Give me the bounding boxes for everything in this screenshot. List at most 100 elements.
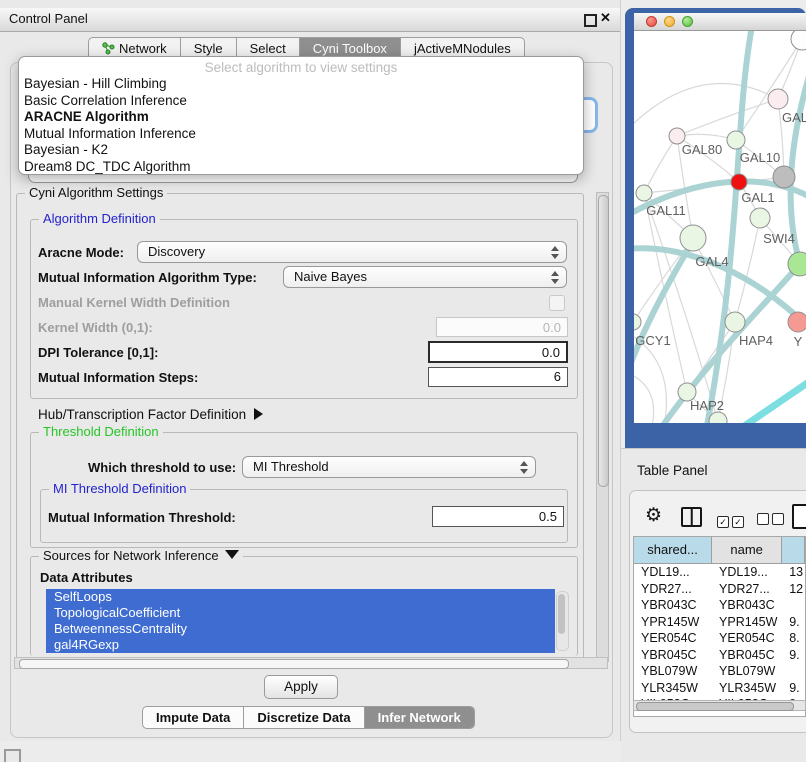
mi-threshold-field[interactable]: 0.5 (432, 506, 564, 527)
table-cell: YLR345W (712, 680, 782, 697)
column-header[interactable]: shared... (634, 537, 712, 563)
network-node[interactable] (791, 31, 806, 50)
table-panel-title: Table Panel (637, 463, 708, 478)
algorithm-popup-items: Bayesian - Hill ClimbingBasic Correlatio… (19, 76, 583, 175)
table-row[interactable]: YLR345WYLR345W9. (634, 680, 805, 697)
table-cell: 13 (782, 564, 805, 581)
table-hscroll-thumb[interactable] (636, 702, 794, 711)
table-cell: YER054C (712, 630, 782, 647)
manual-kernel-checkbox[interactable] (549, 295, 565, 311)
attributes-list-scrollbar[interactable] (556, 591, 569, 651)
settings-vscroll-thumb[interactable] (598, 195, 609, 487)
algorithm-option[interactable]: Bayesian - Hill Climbing (19, 76, 583, 93)
network-node[interactable] (768, 89, 788, 109)
attribute-item-selected[interactable]: gal4RGexp (46, 637, 555, 653)
aracne-mode-combo[interactable]: Discovery (137, 241, 567, 263)
close-traffic-light[interactable] (646, 16, 657, 27)
table-cell: 8. (782, 630, 805, 647)
gear-icon[interactable]: ⚙ (645, 504, 662, 527)
algorithm-popup-placeholder: Select algorithm to view settings (19, 60, 583, 76)
mi-type-label: Mutual Information Algorithm Type: (38, 270, 257, 286)
sources-legend[interactable]: Sources for Network Inference (39, 548, 243, 564)
table-row[interactable]: YDL19...YDL19...13 (634, 564, 805, 581)
network-node[interactable] (634, 314, 641, 330)
attribute-item-selected[interactable]: BetweennessCentrality (46, 621, 555, 637)
zoom-traffic-light[interactable] (682, 16, 693, 27)
minimize-traffic-light[interactable] (664, 16, 675, 27)
select-all-icon[interactable]: ✓✓ (717, 512, 747, 530)
network-node[interactable] (731, 174, 747, 190)
tab-impute-data[interactable]: Impute Data (143, 707, 244, 728)
dpi-tolerance-field[interactable]: 0.0 (428, 341, 568, 363)
table-row[interactable]: YER054CYER054C8. (634, 630, 805, 647)
tab-infer-network[interactable]: Infer Network (365, 707, 474, 728)
mi-steps-field[interactable]: 6 (428, 367, 568, 387)
network-edge[interactable] (737, 373, 806, 423)
mi-type-combo[interactable]: Naive Bayes (283, 266, 567, 288)
combo-stepper-icon (551, 270, 559, 285)
file-icon[interactable] (792, 504, 806, 529)
table-cell: YDL19... (712, 564, 782, 581)
algorithm-dropdown-popup: Select algorithm to view settings Bayesi… (18, 56, 584, 175)
network-node[interactable] (788, 312, 806, 332)
settings-horizontal-scrollbar[interactable] (14, 657, 608, 669)
data-attributes-label: Data Attributes (40, 570, 133, 586)
node-table[interactable]: shared...name YDL19...YDL19...13YDR27...… (633, 536, 806, 717)
column-layout-icon[interactable] (681, 507, 702, 527)
control-panel: Control Panel ✕ NetworkStyleSelectCyni T… (0, 0, 621, 741)
close-panel-icon[interactable]: ✕ (600, 10, 611, 26)
tab-discretize-data[interactable]: Discretize Data (244, 707, 364, 728)
which-threshold-combo[interactable]: MI Threshold (242, 456, 536, 478)
attributes-scroll-thumb[interactable] (558, 594, 565, 634)
table-row[interactable]: YBL079WYBL079W (634, 663, 805, 680)
table-row[interactable]: YDR27...YDR27...12 (634, 581, 805, 598)
cyni-bottom-tabbar: Impute DataDiscretize DataInfer Network (142, 706, 475, 729)
column-header[interactable]: name (712, 537, 782, 563)
node-label: GAL4 (695, 254, 728, 269)
algorithm-definition-legend: Algorithm Definition (39, 211, 160, 227)
table-row[interactable]: YBR043CYBR043C (634, 597, 805, 614)
settings-vertical-scrollbar[interactable] (596, 192, 609, 662)
network-node[interactable] (680, 225, 706, 251)
checked-box-icon: ✓ (732, 516, 744, 528)
network-edge[interactable] (677, 99, 778, 136)
threshold-definition-legend: Threshold Definition (39, 424, 163, 440)
mi-steps-label: Mutual Information Steps: (38, 370, 198, 386)
table-row[interactable]: YPR145WYPR145W9. (634, 614, 805, 631)
table-row[interactable]: YBR045CYBR045C9. (634, 647, 805, 664)
column-header[interactable] (782, 537, 805, 563)
apply-button[interactable]: Apply (264, 675, 338, 699)
kernel-width-field[interactable]: 0.0 (436, 317, 568, 337)
attribute-item-selected[interactable]: SelfLoops (46, 589, 555, 605)
deselect-all-icon[interactable] (757, 512, 787, 530)
minimized-panel-icon[interactable] (4, 749, 21, 762)
table-horizontal-scrollbar[interactable] (633, 700, 806, 711)
algorithm-option[interactable]: ARACNE Algorithm (19, 109, 583, 126)
network-node[interactable] (725, 312, 745, 332)
network-edge[interactable] (634, 373, 654, 423)
algorithm-option[interactable]: Mutual Information Inference (19, 126, 583, 143)
hub-definition-toggle[interactable]: Hub/Transcription Factor Definition (38, 407, 263, 422)
algorithm-option[interactable]: Dream8 DC_TDC Algorithm (19, 159, 583, 176)
algorithm-option[interactable]: Bayesian - K2 (19, 142, 583, 159)
expanded-arrow-icon (225, 550, 239, 559)
cyni-settings-legend: Cyni Algorithm Settings (25, 185, 167, 201)
sources-legend-text: Sources for Network Inference (43, 548, 219, 563)
network-node[interactable] (750, 208, 770, 228)
network-node[interactable] (773, 166, 795, 188)
network-node[interactable] (636, 185, 652, 201)
attribute-item-selected[interactable]: TopologicalCoefficient (46, 605, 555, 621)
network-edge[interactable] (735, 218, 760, 322)
float-panel-icon[interactable] (584, 14, 597, 27)
table-cell (782, 663, 805, 680)
node-label: GAL11 (646, 203, 686, 218)
network-edge[interactable] (644, 136, 677, 193)
algorithm-option[interactable]: Basic Correlation Inference (19, 93, 583, 110)
network-canvas[interactable]: GALGAL80GAL10GAL1GAL11SWI4GAL4GCY1HAP4YH… (634, 31, 806, 423)
network-node[interactable] (727, 131, 745, 149)
mi-type-value: Naive Bayes (294, 269, 367, 284)
settings-hscroll-thumb[interactable] (19, 659, 569, 669)
data-attributes-list[interactable]: SelfLoopsTopologicalCoefficientBetweenne… (46, 589, 569, 654)
collapsed-arrow-icon (254, 408, 263, 420)
table-cell: YBL079W (634, 663, 712, 680)
